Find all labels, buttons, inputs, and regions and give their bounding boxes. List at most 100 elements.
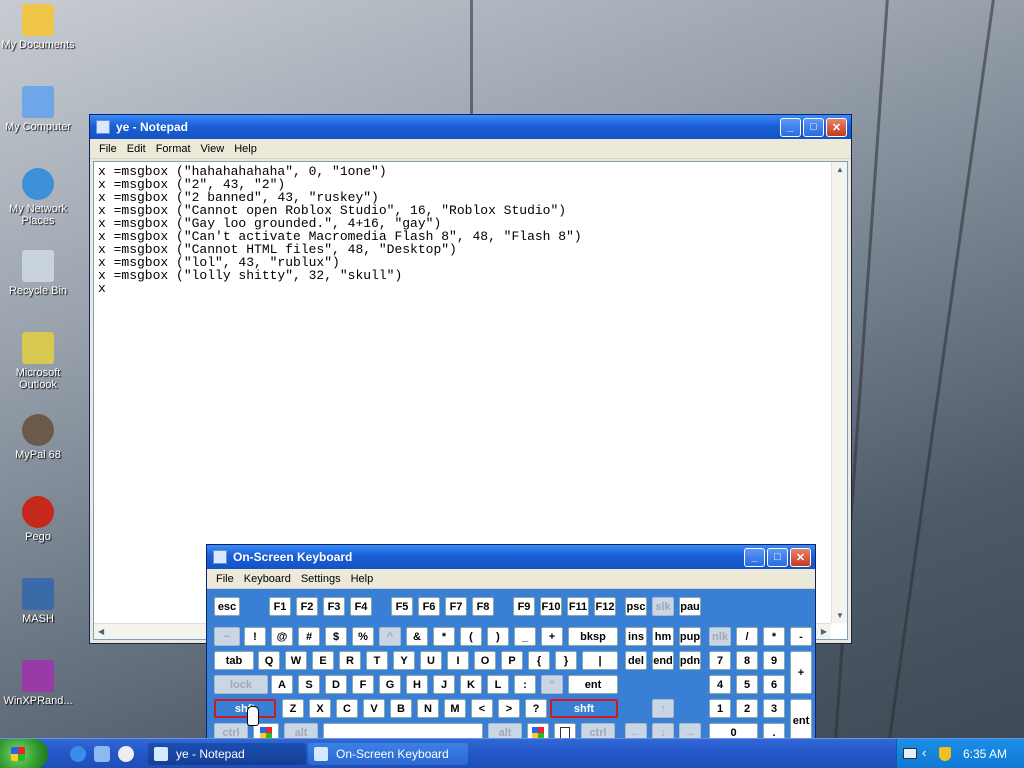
clock[interactable]: 6:35 AM bbox=[963, 747, 1007, 761]
key-e[interactable]: E bbox=[312, 651, 334, 670]
key-ampersand[interactable]: & bbox=[406, 627, 428, 646]
key-num-3[interactable]: 3 bbox=[763, 699, 785, 718]
key-f7[interactable]: F7 bbox=[445, 597, 467, 616]
maximize-button[interactable]: □ bbox=[767, 547, 788, 567]
show-desktop-icon[interactable] bbox=[94, 746, 110, 762]
desktop-icon-mypal[interactable]: MyPal 68 bbox=[0, 414, 78, 461]
task-on-screen-keyboard[interactable]: On-Screen Keyboard bbox=[308, 743, 468, 765]
key-p[interactable]: P bbox=[501, 651, 523, 670]
key-g[interactable]: G bbox=[379, 675, 401, 694]
key-insert[interactable]: ins bbox=[625, 627, 647, 646]
key-at[interactable]: @ bbox=[271, 627, 293, 646]
osk-titlebar[interactable]: On-Screen Keyboard _ □ ✕ bbox=[207, 545, 815, 569]
key-f12[interactable]: F12 bbox=[594, 597, 616, 616]
desktop-icon-my-documents[interactable]: My Documents bbox=[0, 4, 78, 51]
key-m[interactable]: M bbox=[444, 699, 466, 718]
key-pause[interactable]: pau bbox=[679, 597, 701, 616]
close-button[interactable]: ✕ bbox=[826, 117, 847, 137]
desktop-icon-microsoft-outlook[interactable]: Microsoft Outlook bbox=[0, 332, 78, 391]
key-f10[interactable]: F10 bbox=[540, 597, 562, 616]
key-num-2[interactable]: 2 bbox=[736, 699, 758, 718]
menu-settings[interactable]: Settings bbox=[296, 573, 346, 585]
desktop-icon-my-computer[interactable]: My Computer bbox=[0, 86, 78, 133]
key-left-shift[interactable]: shft bbox=[214, 699, 276, 718]
key-print-screen[interactable]: psc bbox=[625, 597, 647, 616]
key-num-enter[interactable]: ent bbox=[790, 699, 812, 742]
minimize-button[interactable]: _ bbox=[780, 117, 801, 137]
scroll-down-icon[interactable]: ▼ bbox=[836, 611, 844, 620]
key-quote[interactable]: " bbox=[541, 675, 563, 694]
key-dollar[interactable]: $ bbox=[325, 627, 347, 646]
key-f8[interactable]: F8 bbox=[472, 597, 494, 616]
scroll-up-icon[interactable]: ▲ bbox=[836, 165, 844, 174]
key-n[interactable]: N bbox=[417, 699, 439, 718]
key-b[interactable]: B bbox=[390, 699, 412, 718]
key-caps-lock[interactable]: lock bbox=[214, 675, 268, 694]
menu-file[interactable]: File bbox=[94, 143, 122, 155]
key-l[interactable]: L bbox=[487, 675, 509, 694]
key-num-divide[interactable]: / bbox=[736, 627, 758, 646]
expand-tray-icon[interactable]: ‹ bbox=[922, 745, 926, 760]
key-num-plus[interactable]: + bbox=[790, 651, 812, 694]
key-num-7[interactable]: 7 bbox=[709, 651, 731, 670]
key-w[interactable]: W bbox=[285, 651, 307, 670]
key-esc[interactable]: esc bbox=[214, 597, 240, 616]
key-right-paren[interactable]: ) bbox=[487, 627, 509, 646]
desktop-icon-pego[interactable]: Pego bbox=[0, 496, 78, 543]
key-enter[interactable]: ent bbox=[568, 675, 618, 694]
key-num-multiply[interactable]: * bbox=[763, 627, 785, 646]
key-colon[interactable]: : bbox=[514, 675, 536, 694]
notepad-titlebar[interactable]: ye - Notepad _ □ ✕ bbox=[90, 115, 851, 139]
key-h[interactable]: H bbox=[406, 675, 428, 694]
key-percent[interactable]: % bbox=[352, 627, 374, 646]
key-num-4[interactable]: 4 bbox=[709, 675, 731, 694]
security-shield-icon[interactable] bbox=[939, 747, 951, 761]
close-button[interactable]: ✕ bbox=[790, 547, 811, 567]
menu-help[interactable]: Help bbox=[229, 143, 262, 155]
scroll-right-icon[interactable]: ▶ bbox=[821, 627, 827, 636]
maximize-button[interactable]: □ bbox=[803, 117, 824, 137]
scroll-left-icon[interactable]: ◀ bbox=[98, 627, 104, 636]
key-num-8[interactable]: 8 bbox=[736, 651, 758, 670]
key-u[interactable]: U bbox=[420, 651, 442, 670]
key-f6[interactable]: F6 bbox=[418, 597, 440, 616]
key-num-5[interactable]: 5 bbox=[736, 675, 758, 694]
key-num-lock[interactable]: nlk bbox=[709, 627, 731, 646]
key-x[interactable]: X bbox=[309, 699, 331, 718]
key-f3[interactable]: F3 bbox=[323, 597, 345, 616]
key-pipe[interactable]: | bbox=[582, 651, 618, 670]
notepad-content[interactable]: x =msgbox ("hahahahahaha", 0, "1one") x =… bbox=[98, 165, 582, 295]
start-button[interactable] bbox=[0, 739, 48, 768]
keyboard-tray-icon[interactable] bbox=[903, 748, 917, 759]
key-f4[interactable]: F4 bbox=[350, 597, 372, 616]
key-arrow-up[interactable]: ↑ bbox=[652, 699, 674, 718]
menu-file[interactable]: File bbox=[211, 573, 239, 585]
key-underscore[interactable]: _ bbox=[514, 627, 536, 646]
key-num-9[interactable]: 9 bbox=[763, 651, 785, 670]
key-tab[interactable]: tab bbox=[214, 651, 254, 670]
key-greater-than[interactable]: > bbox=[498, 699, 520, 718]
task-notepad[interactable]: ye - Notepad bbox=[148, 743, 306, 765]
osk-window[interactable]: On-Screen Keyboard _ □ ✕ File Keyboard S… bbox=[206, 544, 816, 744]
key-r[interactable]: R bbox=[339, 651, 361, 670]
key-t[interactable]: T bbox=[366, 651, 388, 670]
key-right-brace[interactable]: } bbox=[555, 651, 577, 670]
menu-view[interactable]: View bbox=[196, 143, 230, 155]
desktop-icon-winxprand[interactable]: WinXPRand... bbox=[0, 660, 78, 707]
menu-keyboard[interactable]: Keyboard bbox=[239, 573, 296, 585]
desktop-icon-recycle-bin[interactable]: Recycle Bin bbox=[0, 250, 78, 297]
key-asterisk[interactable]: * bbox=[433, 627, 455, 646]
key-num-1[interactable]: 1 bbox=[709, 699, 731, 718]
key-home[interactable]: hm bbox=[652, 627, 674, 646]
key-page-up[interactable]: pup bbox=[679, 627, 701, 646]
key-left-paren[interactable]: ( bbox=[460, 627, 482, 646]
key-j[interactable]: J bbox=[433, 675, 455, 694]
key-less-than[interactable]: < bbox=[471, 699, 493, 718]
key-a[interactable]: A bbox=[271, 675, 293, 694]
key-i[interactable]: I bbox=[447, 651, 469, 670]
key-q[interactable]: Q bbox=[258, 651, 280, 670]
key-f2[interactable]: F2 bbox=[296, 597, 318, 616]
key-z[interactable]: Z bbox=[282, 699, 304, 718]
key-s[interactable]: S bbox=[298, 675, 320, 694]
key-scroll-lock[interactable]: slk bbox=[652, 597, 674, 616]
